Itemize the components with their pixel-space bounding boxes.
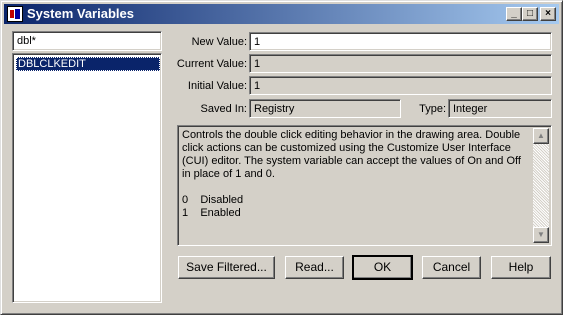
new-value-label: New Value: xyxy=(191,36,247,48)
saved-in-label: Saved In: xyxy=(200,103,247,115)
cancel-label: Cancel xyxy=(432,260,471,274)
filter-input[interactable]: dbl* xyxy=(12,31,162,51)
scroll-down-icon: ▼ xyxy=(537,230,545,239)
type-label: Type: xyxy=(419,103,446,115)
ok-button[interactable]: OK xyxy=(352,255,413,280)
description-scrollbar[interactable]: ▲ ▼ xyxy=(533,128,549,243)
save-filtered-label: Save Filtered... xyxy=(186,260,267,274)
type-field: Integer xyxy=(448,99,552,118)
filter-input-value: dbl* xyxy=(17,35,36,47)
current-value-label: Current Value: xyxy=(176,58,247,70)
description-text: Controls the double click editing behavi… xyxy=(182,129,521,219)
variable-list[interactable]: DBLCLKEDIT xyxy=(12,53,162,303)
ok-label: OK xyxy=(373,260,392,274)
description-box[interactable]: Controls the double click editing behavi… xyxy=(177,125,552,246)
maximize-button[interactable]: □ xyxy=(522,7,538,21)
read-button[interactable]: Read... xyxy=(285,256,344,279)
type-text: Integer xyxy=(453,103,488,115)
initial-value-field: 1 xyxy=(249,76,552,95)
current-value-text: 1 xyxy=(254,58,261,70)
scroll-up-button[interactable]: ▲ xyxy=(533,128,549,144)
save-filtered-button[interactable]: Save Filtered... xyxy=(178,256,275,279)
title-bar[interactable]: System Variables _ □ × xyxy=(4,4,559,24)
help-label: Help xyxy=(508,260,534,274)
saved-in-field: Registry xyxy=(249,99,401,118)
scroll-up-icon: ▲ xyxy=(537,131,545,140)
window-title: System Variables xyxy=(27,6,134,21)
minimize-button[interactable]: _ xyxy=(506,7,522,21)
cancel-button[interactable]: Cancel xyxy=(422,256,481,279)
new-value-input[interactable]: 1 xyxy=(249,32,552,51)
help-button[interactable]: Help xyxy=(491,256,551,279)
system-variables-dialog: System Variables _ □ × dbl* DBLCLKEDIT N… xyxy=(0,0,563,315)
minimize-icon: _ xyxy=(511,8,517,19)
close-button[interactable]: × xyxy=(540,7,556,21)
close-icon: × xyxy=(545,8,551,19)
maximize-icon: □ xyxy=(526,8,534,19)
app-icon xyxy=(7,6,23,22)
read-label: Read... xyxy=(295,260,334,274)
saved-in-text: Registry xyxy=(254,103,295,115)
initial-value-text: 1 xyxy=(254,80,261,92)
current-value-field: 1 xyxy=(249,54,552,73)
scroll-down-button[interactable]: ▼ xyxy=(533,227,549,243)
initial-value-label: Initial Value: xyxy=(187,80,247,92)
new-value-text: 1 xyxy=(254,36,261,48)
list-item[interactable]: DBLCLKEDIT xyxy=(16,57,160,71)
